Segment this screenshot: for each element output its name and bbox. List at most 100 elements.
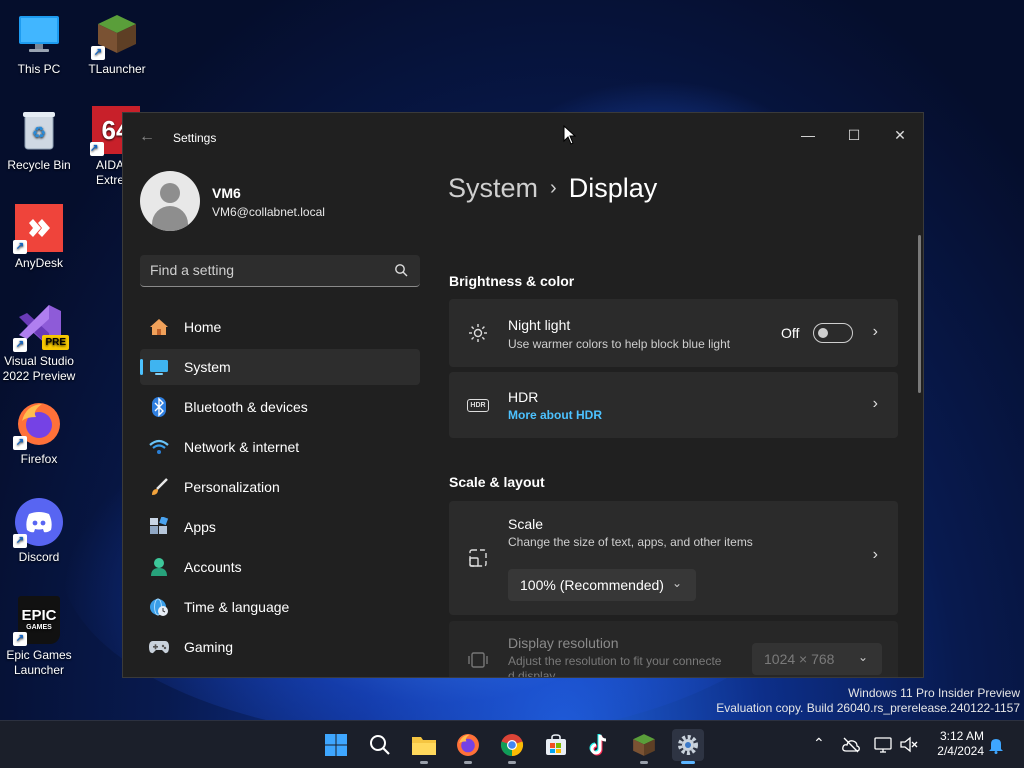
wifi-icon (148, 436, 170, 458)
shortcut-arrow-icon: ↗ (13, 240, 27, 254)
taskbar-chrome[interactable] (496, 729, 528, 764)
desktop-icon-label: AIDA (96, 158, 125, 172)
desktop-icon-anydesk[interactable]: ↗ AnyDesk (2, 204, 76, 271)
folder-icon (412, 737, 436, 755)
notification-bell-icon[interactable] (988, 737, 1004, 754)
active-app-indicator (681, 761, 695, 764)
sidebar-item-bluetooth[interactable]: Bluetooth & devices (140, 389, 420, 425)
sidebar-item-network[interactable]: Network & internet (140, 429, 420, 465)
sidebar-item-gaming[interactable]: Gaming (140, 629, 420, 665)
sidebar-item-personalization[interactable]: Personalization (140, 469, 420, 505)
taskbar-tiktok[interactable] (584, 729, 616, 761)
minecraft-icon (633, 734, 655, 756)
chevron-right-icon[interactable]: › (873, 546, 878, 564)
scale-row[interactable]: Scale Change the size of text, apps, and… (449, 501, 898, 615)
scale-dropdown[interactable]: 100% (Recommended) ⌄ (508, 569, 696, 601)
hdr-more-link[interactable]: More about HDR (508, 408, 602, 422)
desktop-icon-firefox[interactable]: ↗ Firefox (2, 400, 76, 467)
accounts-icon (148, 556, 170, 578)
desktop-icon-this-pc[interactable]: This PC (2, 10, 76, 77)
sidebar-item-apps[interactable]: Apps (140, 509, 420, 545)
resolution-dropdown-value: 1024 × 768 (764, 651, 835, 667)
watermark-line-1: Windows 11 Pro Insider Preview (848, 686, 1020, 700)
running-indicator (640, 761, 648, 764)
resolution-dropdown[interactable]: 1024 × 768 ⌄ (752, 643, 882, 675)
title-bar[interactable]: ← Settings — ☐ ✕ (123, 113, 923, 161)
maximize-button[interactable]: ☐ (831, 119, 877, 151)
night-light-title: Night light (508, 317, 571, 333)
chevron-right-icon[interactable]: › (873, 323, 878, 341)
taskbar-settings[interactable] (672, 729, 704, 764)
sidebar-item-label: Network & internet (184, 439, 300, 455)
sidebar-item-system[interactable]: System (140, 349, 420, 385)
desktop-icon-recycle-bin[interactable]: ♻ Recycle Bin (2, 106, 76, 173)
resolution-title: Display resolution (508, 635, 619, 651)
taskbar-store[interactable] (540, 729, 572, 761)
network-icon[interactable] (874, 736, 892, 753)
sidebar-item-label: Accounts (184, 559, 242, 575)
breadcrumb: System › Display (448, 173, 657, 204)
sidebar-item-label: System (184, 359, 231, 375)
content-scrollbar[interactable] (918, 235, 921, 393)
close-button[interactable]: ✕ (877, 119, 923, 151)
desktop-icon-label: Firefox (20, 452, 58, 466)
sidebar-item-label: Time & language (184, 599, 290, 615)
sidebar-item-accounts[interactable]: Accounts (140, 549, 420, 585)
anydesk-icon: ↗ (13, 204, 63, 254)
show-hidden-icons-chevron-icon[interactable]: ⌃ (813, 735, 825, 752)
chevron-right-icon: › (550, 177, 557, 199)
running-indicator (508, 761, 516, 764)
desktop-icon-label: Discord (18, 550, 60, 564)
desktop-icon-tlauncher[interactable]: ↗ TLauncher (80, 10, 154, 77)
display-resolution-row[interactable]: Display resolution Adjust the resolution… (449, 621, 898, 677)
avatar[interactable] (140, 171, 200, 231)
chevron-right-icon[interactable]: › (873, 395, 878, 413)
shortcut-arrow-icon: ↗ (13, 338, 27, 352)
epic-games-icon: EPIC GAMES ↗ (13, 596, 63, 646)
desktop-icon-epic-games[interactable]: EPIC GAMES ↗ Epic Games Launcher (2, 596, 76, 678)
taskbar-search-button[interactable] (364, 729, 396, 761)
desktop-icon-label: TLauncher (88, 62, 146, 76)
volume-muted-icon[interactable] (900, 736, 918, 753)
minecraft-block-icon: ↗ (91, 10, 141, 60)
resolution-icon (467, 649, 489, 671)
svg-text:♻: ♻ (32, 125, 46, 142)
apps-icon (148, 516, 170, 538)
breadcrumb-parent[interactable]: System (448, 173, 538, 203)
taskbar-minecraft[interactable] (628, 729, 660, 764)
minimize-button[interactable]: — (785, 119, 831, 151)
epic-logo-line1: EPIC (21, 607, 57, 624)
hdr-row[interactable]: HDR HDR More about HDR › (449, 372, 898, 438)
taskbar-firefox[interactable] (452, 729, 484, 764)
search-placeholder: Find a setting (150, 262, 235, 278)
search-icon (370, 735, 390, 755)
shortcut-arrow-icon: ↗ (90, 142, 104, 156)
night-light-row[interactable]: Night light Use warmer colors to help bl… (449, 299, 898, 367)
sidebar-item-time-language[interactable]: Time & language (140, 589, 420, 625)
back-arrow-icon[interactable]: ← (139, 128, 155, 146)
desktop-icon-visual-studio[interactable]: PRE ↗ Visual Studio 2022 Preview (0, 302, 78, 384)
sidebar-item-home[interactable]: Home (140, 309, 420, 345)
shortcut-arrow-icon: ↗ (91, 46, 105, 60)
taskbar-file-explorer[interactable] (408, 729, 440, 764)
sidebar-item-label: Gaming (184, 639, 234, 655)
onedrive-icon[interactable] (842, 737, 860, 753)
sidebar-item-label: Apps (184, 519, 216, 535)
discord-icon: ↗ (13, 498, 63, 548)
desktop-icon-label-2: Extre (96, 173, 125, 187)
search-input[interactable]: Find a setting (140, 255, 420, 287)
system-clock[interactable]: 3:12 AM 2/4/2024 (937, 729, 984, 759)
desktop-icon-label: Epic Games Launcher (6, 648, 72, 677)
night-light-toggle[interactable] (813, 323, 853, 343)
desktop-icon-label: Recycle Bin (7, 158, 71, 172)
watermark-line-2: Evaluation copy. Build 26040.rs_prerelea… (716, 701, 1020, 715)
desktop-icon-discord[interactable]: ↗ Discord (2, 498, 76, 565)
visual-studio-icon: PRE ↗ (13, 302, 69, 352)
toggle-knob (818, 328, 828, 338)
brightness-icon (467, 322, 489, 344)
hdr-title: HDR (508, 389, 539, 405)
desktop-icon-aida64[interactable]: 64 ↗ AIDA Extre (78, 106, 140, 188)
taskbar-start-button[interactable] (320, 729, 352, 761)
home-icon (148, 316, 170, 338)
firefox-icon: ↗ (13, 400, 63, 450)
